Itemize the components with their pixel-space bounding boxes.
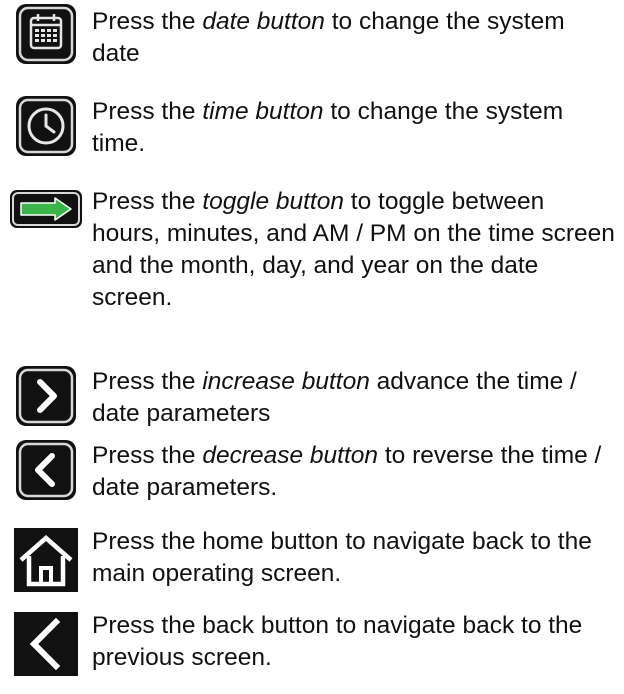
legend-text-increase: Press the increase button advance the ti… — [92, 368, 577, 427]
calendar-icon — [8, 2, 84, 66]
toggle-arrow-icon — [8, 180, 84, 238]
legend-text-toggle: Press the toggle button to toggle betwee… — [92, 188, 615, 311]
home-icon — [8, 528, 84, 592]
chevron-left-icon — [8, 438, 84, 502]
clock-icon — [8, 94, 84, 158]
legend-text-decrease: Press the decrease button to reverse the… — [92, 442, 602, 501]
back-arrow-icon — [8, 612, 84, 676]
legend-text-home: Press the home button to navigate back t… — [92, 528, 592, 587]
legend-text-date: Press the date button to change the syst… — [92, 8, 565, 67]
legend-text-time: Press the time button to change the syst… — [92, 98, 564, 157]
legend-text-back: Press the back button to navigate back t… — [92, 612, 583, 671]
chevron-right-icon — [8, 364, 84, 428]
